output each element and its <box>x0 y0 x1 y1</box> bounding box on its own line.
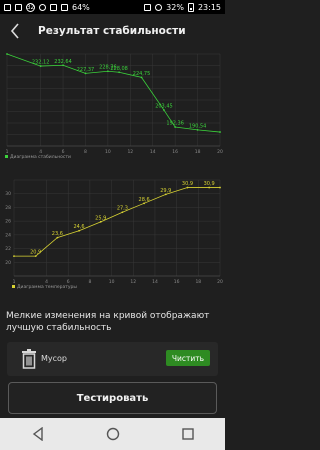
data-label: 203,45 <box>155 104 173 110</box>
nav-recents-icon[interactable] <box>181 427 195 441</box>
x-tick-label: 14 <box>152 279 158 285</box>
legend-swatch <box>12 285 15 288</box>
battery-percent-right: 32% <box>166 2 184 12</box>
x-tick-label: 16 <box>174 279 180 285</box>
x-tick-label: 8 <box>88 279 91 285</box>
clean-button[interactable]: Чистить <box>166 350 210 366</box>
y-tick-label: 28 <box>5 205 11 211</box>
clock: 23:15 <box>197 2 221 12</box>
back-button[interactable] <box>2 14 28 48</box>
data-label: 28,6 <box>139 197 150 203</box>
data-point <box>13 255 15 258</box>
test-button[interactable]: Тестировать <box>8 382 217 414</box>
x-tick-label: 16 <box>172 149 178 155</box>
data-label: 29,9 <box>160 188 171 194</box>
x-tick-label: 12 <box>130 279 136 285</box>
y-tick-label: 26 <box>5 219 11 225</box>
y-tick-label: 20 <box>5 260 11 266</box>
x-tick-label: 14 <box>150 149 156 155</box>
back-arrow-icon <box>10 23 19 39</box>
trash-icon <box>22 349 36 369</box>
legend-label: Диаграмма температуры <box>17 284 77 290</box>
data-point <box>219 131 221 133</box>
gallery-icon <box>50 3 57 11</box>
data-label: 23,6 <box>52 231 63 237</box>
temperature-chart: 1 4 6 8 10 12 14 16 18 20 20 22 24 26 28 30 20,9 23,6 24,6… <box>0 176 225 294</box>
data-label: 190,54 <box>189 123 207 129</box>
y-tick-label: 30 <box>5 191 11 197</box>
x-tick-label: 1 <box>6 149 9 155</box>
notification-icon <box>4 3 11 11</box>
data-label: 30,9 <box>204 181 215 187</box>
x-tick-label: 20 <box>217 149 223 155</box>
data-label: 192,36 <box>166 121 184 127</box>
stability-chart-svg: 1 4 6 8 10 12 14 16 18 20232,12 232,64227,37 228,76… <box>5 53 223 160</box>
y-tick-label: 22 <box>5 246 11 252</box>
x-tick-label: 10 <box>109 279 115 285</box>
data-label: 24,6 <box>73 224 84 230</box>
x-tick-label: 10 <box>105 149 111 155</box>
legend-swatch <box>5 155 8 158</box>
x-tick-label: 12 <box>127 149 133 155</box>
nfc-icon <box>144 3 152 11</box>
x-tick-label: 20 <box>217 279 223 285</box>
trash-card: Мусор Чистить <box>7 342 218 376</box>
app-notification-icon <box>15 3 22 11</box>
notification-count-badge: 32 <box>26 2 35 12</box>
status-right: 32% 23:15 <box>144 2 221 12</box>
sync-icon <box>39 3 46 11</box>
data-label: 228,08 <box>110 66 128 72</box>
data-label: 27,3 <box>117 206 128 212</box>
status-left: 32 64% <box>4 2 90 12</box>
data-point <box>6 53 8 55</box>
nav-home-icon[interactable] <box>106 427 120 441</box>
data-label: 25,9 <box>95 215 106 221</box>
x-tick-label: 1 <box>13 279 16 285</box>
data-label: 232,12 <box>32 60 50 66</box>
stability-hint: Мелкие изменения на кривой отображают лу… <box>6 311 210 333</box>
series-line <box>14 187 220 257</box>
trash-label: Мусор <box>41 354 68 363</box>
temperature-chart-svg: 1 4 6 8 10 12 14 16 18 2020222426283020,923,624,6… <box>5 179 223 290</box>
data-label: 227,37 <box>77 67 95 73</box>
app-bar: Результат стабильности <box>0 14 225 48</box>
nav-back-icon[interactable] <box>31 427 45 441</box>
alarm-icon <box>155 3 163 11</box>
download-icon <box>61 3 68 11</box>
y-tick-label: 24 <box>5 232 11 238</box>
legend-label: Диаграмма стабильности <box>10 154 71 160</box>
x-tick-label: 18 <box>195 279 201 285</box>
data-label: 232,64 <box>54 59 72 65</box>
battery-icon <box>187 2 194 12</box>
stability-chart: 1 4 6 8 10 12 14 16 18 20 232,12 232,64 227,37 228,76… <box>0 50 225 164</box>
x-tick-label: 8 <box>84 149 87 155</box>
data-label: 20,9 <box>30 250 41 256</box>
page-title: Результат стабильности <box>38 25 186 37</box>
data-label: 224,75 <box>133 71 151 77</box>
data-label: 30,9 <box>182 181 193 187</box>
battery-percent-left: 64% <box>72 2 90 12</box>
data-point <box>219 186 221 189</box>
system-nav-bar <box>0 418 225 450</box>
x-tick-label: 18 <box>195 149 201 155</box>
status-bar: 32 64% 32% 23:15 <box>0 0 225 14</box>
